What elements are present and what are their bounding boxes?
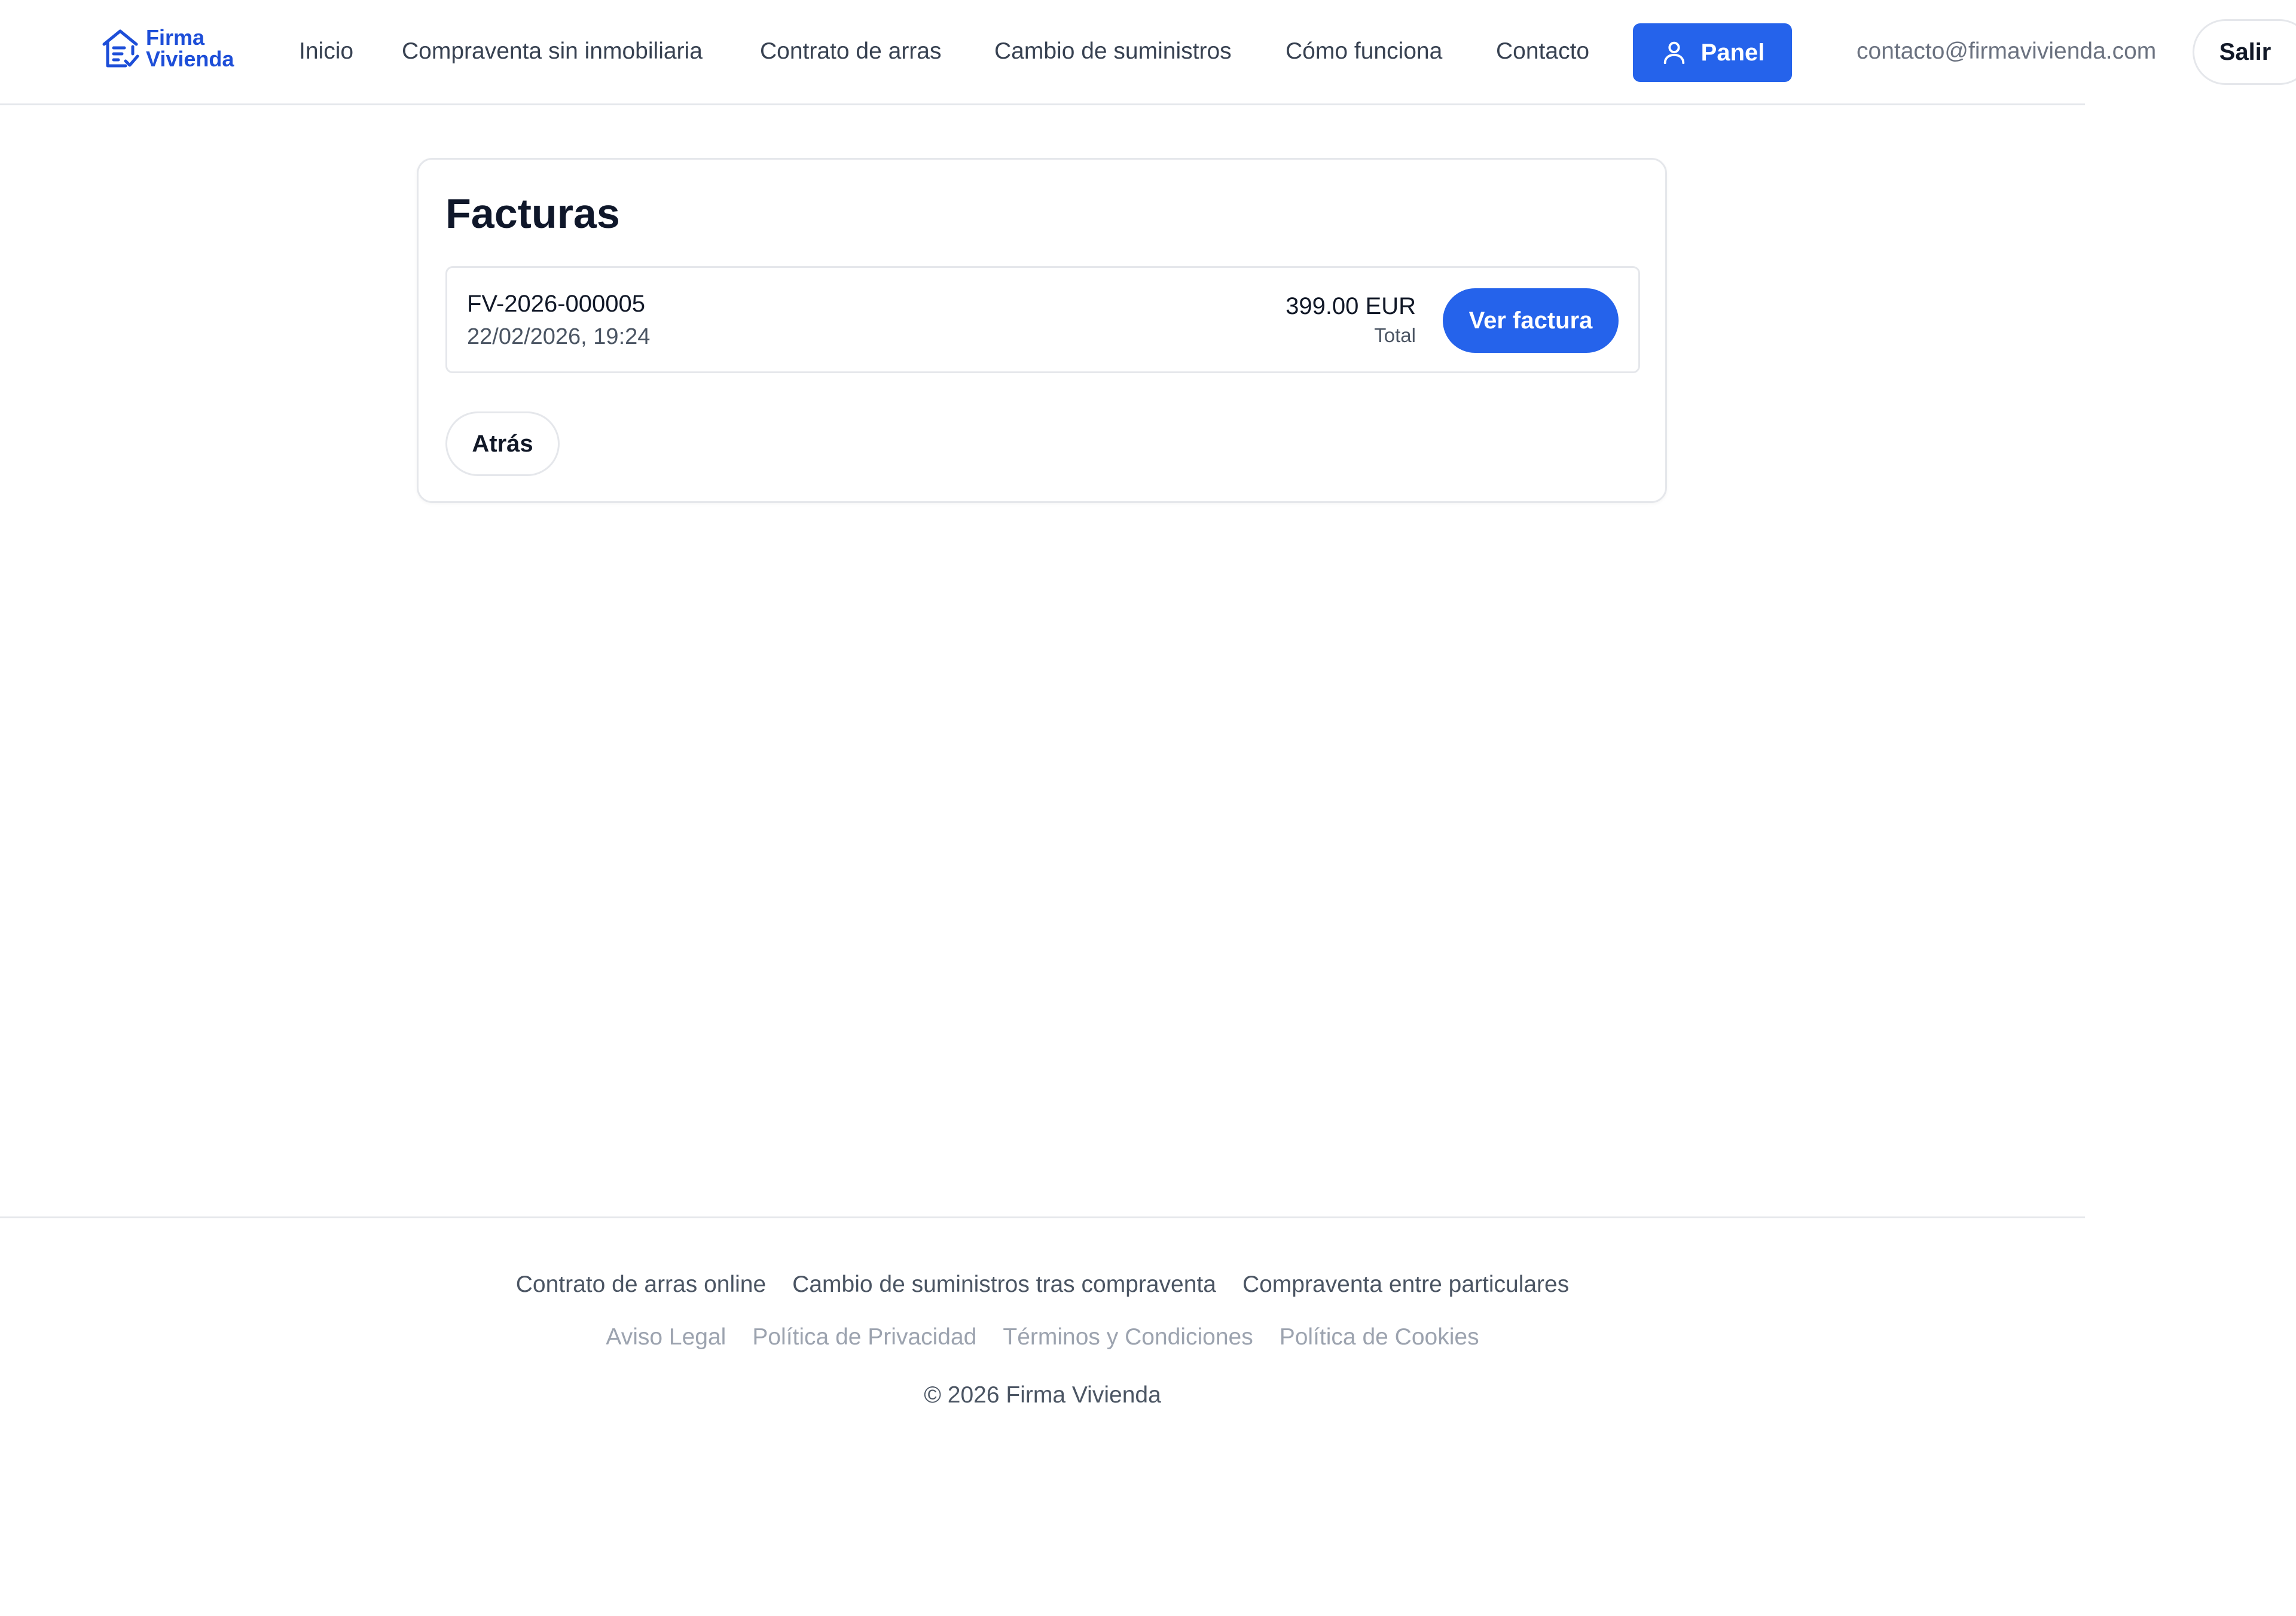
back-button[interactable]: Atrás	[445, 411, 560, 476]
footer-primary-links: Contrato de arras online Cambio de sumin…	[0, 1269, 2085, 1300]
footer-copyright: © 2026 Firma Vivienda	[924, 1382, 1161, 1408]
invoice-amount: 399.00 EUR	[1286, 293, 1416, 319]
page-title: Facturas	[445, 190, 620, 237]
footer-link-terminos[interactable]: Términos y Condiciones	[1003, 1322, 1253, 1353]
invoice-number: FV-2026-000005	[467, 291, 646, 317]
brand-logo[interactable]: Firma Vivienda	[100, 26, 234, 71]
user-email: contacto@firmavivienda.com	[1857, 38, 2157, 64]
panel-button-label: Panel	[1700, 39, 1765, 66]
panel-button[interactable]: Panel	[1633, 23, 1792, 82]
view-invoice-button[interactable]: Ver factura	[1443, 288, 1619, 353]
nav-link-contacto[interactable]: Contacto	[1496, 36, 1589, 67]
footer-divider	[0, 1216, 2085, 1218]
footer-link-compraventa[interactable]: Compraventa entre particulares	[1242, 1269, 1569, 1300]
brand-name-line2: Vivienda	[146, 47, 234, 71]
nav-link-compraventa[interactable]: Compraventa sin inmobiliaria	[402, 36, 703, 67]
nav-link-inicio[interactable]: Inicio	[299, 36, 353, 67]
user-icon	[1663, 41, 1684, 65]
nav-link-contrato-arras[interactable]: Contrato de arras	[760, 36, 942, 67]
invoice-date: 22/02/2026, 19:24	[467, 324, 651, 349]
brand-name-line1: Firma	[146, 25, 205, 50]
logout-button[interactable]: Salir	[2193, 19, 2296, 85]
nav-link-como-funciona[interactable]: Cómo funciona	[1286, 36, 1442, 67]
house-check-icon	[102, 29, 139, 68]
footer-link-cambio-suministros[interactable]: Cambio de suministros tras compraventa	[792, 1269, 1216, 1300]
invoice-row: FV-2026-000005 22/02/2026, 19:24 399.00 …	[445, 266, 1640, 373]
footer-link-cookies[interactable]: Política de Cookies	[1280, 1322, 1479, 1353]
nav-link-cambio-suministros[interactable]: Cambio de suministros	[994, 36, 1232, 67]
invoices-card: Facturas FV-2026-000005 22/02/2026, 19:2…	[417, 158, 1667, 503]
brand-name: Firma Vivienda	[146, 27, 234, 70]
site-header: Firma Vivienda Inicio Compraventa sin in…	[0, 0, 2296, 105]
footer-link-aviso-legal[interactable]: Aviso Legal	[606, 1322, 726, 1353]
footer-legal-links: Aviso Legal Política de Privacidad Térmi…	[0, 1322, 2085, 1353]
footer-link-privacidad[interactable]: Política de Privacidad	[752, 1322, 976, 1353]
page: Firma Vivienda Inicio Compraventa sin in…	[0, 0, 2296, 1616]
footer-link-contrato-arras[interactable]: Contrato de arras online	[516, 1269, 766, 1300]
invoice-total-label: Total	[1374, 324, 1416, 346]
